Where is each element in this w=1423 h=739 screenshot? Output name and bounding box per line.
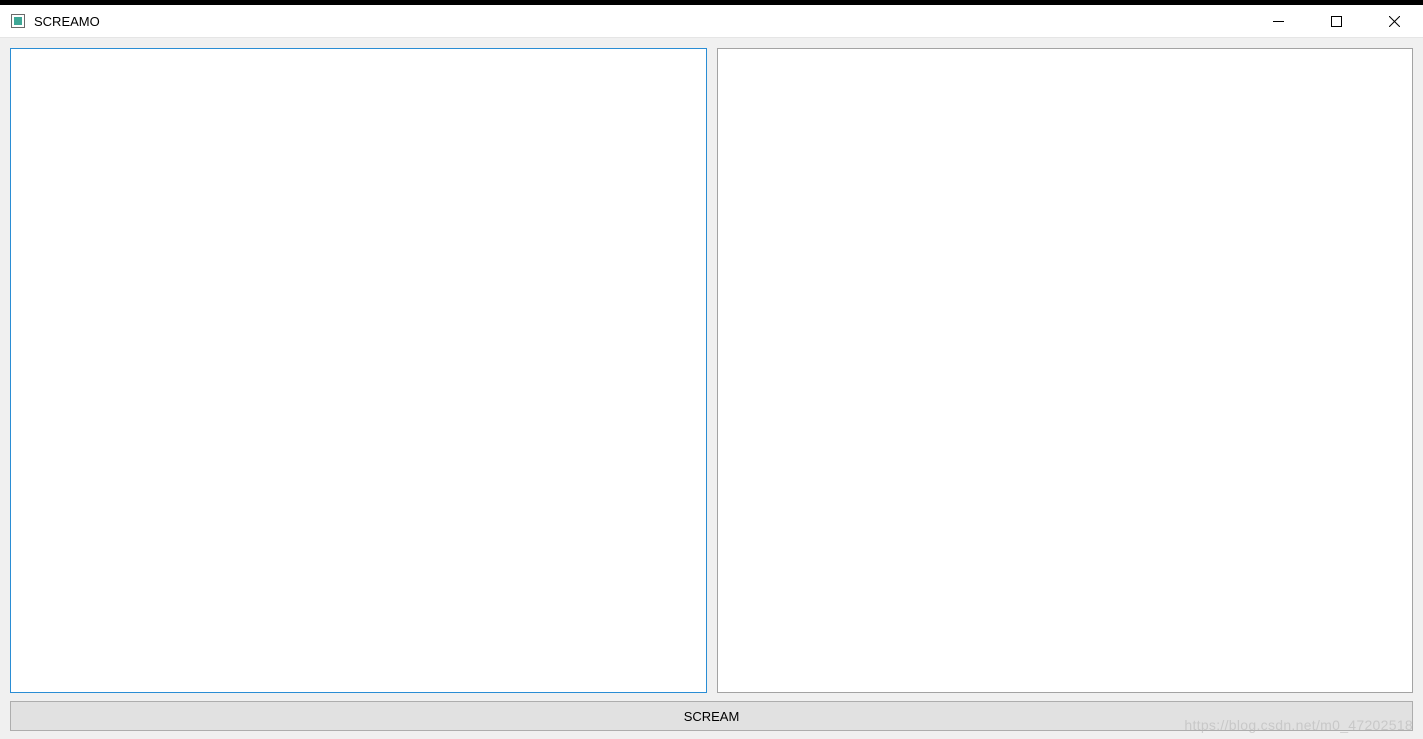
maximize-button[interactable] (1307, 5, 1365, 37)
left-text-pane[interactable] (10, 48, 707, 693)
panes-container (10, 48, 1413, 693)
app-icon (10, 13, 26, 29)
client-area: SCREAM (0, 38, 1423, 739)
window-controls (1249, 5, 1423, 37)
close-button[interactable] (1365, 5, 1423, 37)
titlebar: SCREAMO (0, 5, 1423, 38)
right-text-pane[interactable] (717, 48, 1414, 693)
titlebar-left: SCREAMO (0, 13, 100, 29)
window-title: SCREAMO (34, 14, 100, 29)
app-window: SCREAMO SCREAM https://blog.csdn.net/m0_… (0, 5, 1423, 739)
minimize-button[interactable] (1249, 5, 1307, 37)
scream-button[interactable]: SCREAM (10, 701, 1413, 731)
